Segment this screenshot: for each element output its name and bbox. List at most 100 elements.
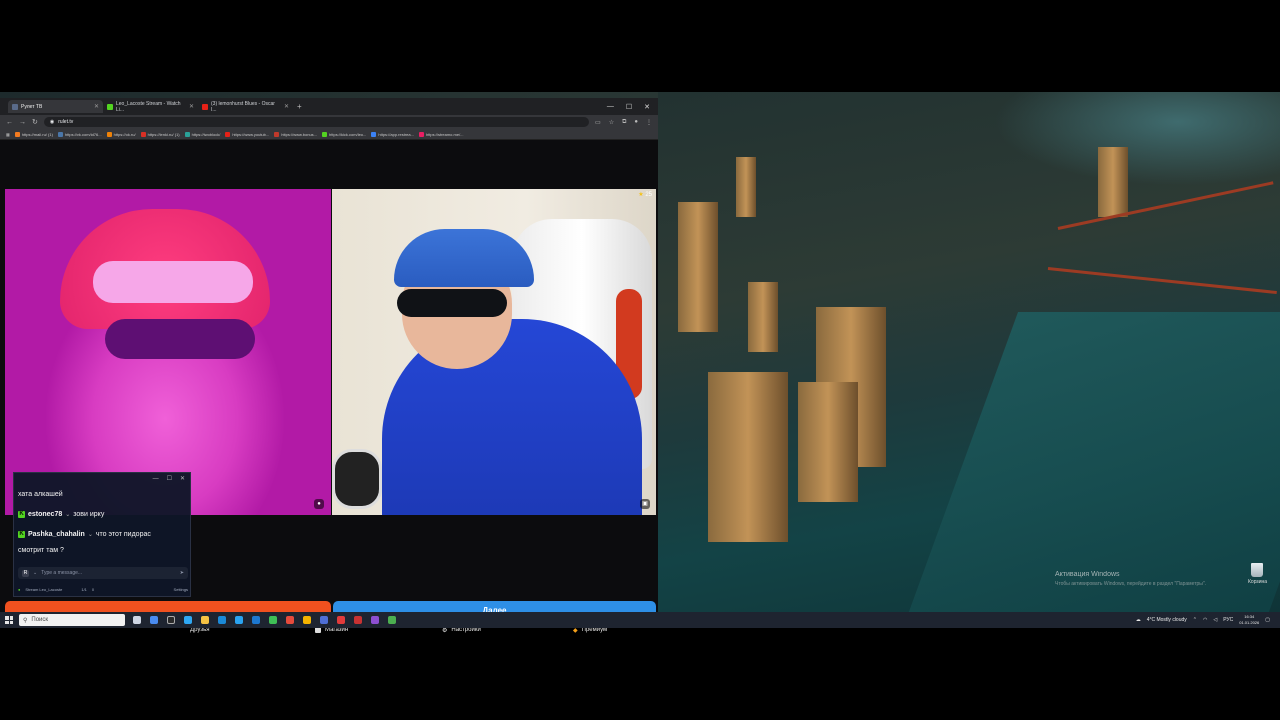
messages-count: 0 [91, 586, 95, 592]
telegram-icon[interactable] [235, 616, 243, 624]
chat-input[interactable]: R ⌄ Type a message... ➤ [18, 567, 188, 579]
bookmark-star-icon[interactable]: ☆ [609, 119, 614, 126]
chevron-down-icon: ⌄ [87, 531, 93, 538]
menu-icon[interactable]: ⋮ [646, 119, 652, 126]
bookmark-item[interactable]: https://www.bonus... [274, 131, 317, 137]
widgets-icon[interactable] [150, 616, 158, 624]
recycle-bin[interactable]: Корзина [1248, 563, 1268, 589]
maximize-button[interactable]: ☐ [626, 103, 632, 111]
kick-icon: K [18, 530, 25, 538]
chat-window-controls: — ☐ ✕ [14, 473, 190, 484]
send-icon[interactable]: ➤ [180, 570, 184, 576]
task-view-icon[interactable] [133, 616, 141, 624]
tab-label: Рулет ТВ [21, 103, 43, 110]
camera-icon[interactable]: ▣ [640, 499, 650, 509]
bookmark-item[interactable]: https://www.youtub... [225, 131, 269, 137]
chat-username[interactable]: estonec78 [28, 511, 62, 518]
star-counter: ★ 25 [638, 192, 652, 198]
bookmark-item[interactable]: https://mail.ru/ (1) [14, 131, 53, 137]
star-icon: ★ [638, 192, 644, 198]
tab-kick[interactable]: Leo_Lacoste Stream - Watch Li... ✕ [103, 100, 198, 113]
clock[interactable]: 16:34 01.01.2026 [1239, 614, 1259, 626]
close-window-button[interactable]: ✕ [644, 103, 650, 111]
reload-icon[interactable]: ↻ [32, 118, 38, 126]
bookmark-item[interactable]: https://twoblock/ [184, 131, 220, 137]
app-icon[interactable] [303, 616, 311, 624]
chat-input-placeholder: Type a message... [41, 570, 83, 576]
network-icon[interactable]: ◠ [1203, 617, 1207, 623]
activation-subtitle: Чтобы активировать Windows, перейдите в … [1055, 581, 1207, 587]
screen: Активация Windows Чтобы активировать Win… [0, 0, 1280, 720]
bookmark-item[interactable]: https://kick.com/leo... [322, 131, 366, 137]
app-icon[interactable] [371, 616, 379, 624]
close-icon[interactable]: ✕ [189, 103, 194, 110]
user-icon[interactable]: ● [314, 499, 324, 509]
explorer-icon[interactable] [201, 616, 209, 624]
store-icon[interactable] [218, 616, 226, 624]
search-icon: ⚲ [23, 617, 28, 624]
chat-message: K Pashka_chahalin ⌄ что этот пидорас [14, 524, 190, 544]
bookmark-item[interactable]: https://streamo.me/... [418, 131, 464, 137]
edge-icon[interactable] [184, 616, 192, 624]
chat-text: зови ирку [73, 510, 105, 518]
language-indicator[interactable]: РУС [1223, 617, 1233, 623]
chat-username[interactable]: Pashka_chahalin [28, 531, 85, 538]
chevron-down-icon[interactable]: ⌄ [33, 570, 37, 576]
close-button[interactable]: ✕ [180, 475, 185, 482]
new-tab-button[interactable]: + [293, 102, 306, 111]
chat-message: хата алкашей [18, 490, 63, 498]
recycle-bin-label: Корзина [1248, 579, 1268, 585]
bookmark-item[interactable]: https://lenki.ru/ (1) [140, 131, 180, 137]
tab-label: Leo_Lacoste Stream - Watch Li... [116, 100, 181, 113]
avatar: R [22, 569, 29, 577]
app-icon[interactable] [354, 616, 362, 624]
url-field[interactable]: ◉ rulet.tv [43, 117, 590, 127]
start-button[interactable] [5, 616, 13, 624]
partner-video: ● + [5, 189, 331, 515]
recycle-bin-icon [1251, 563, 1263, 577]
apps-icon[interactable]: ▦ [6, 132, 10, 137]
chat-settings[interactable]: Settings [174, 587, 188, 592]
maximize-button[interactable]: ☐ [167, 475, 172, 482]
own-video: ★ 25 ▣ [332, 189, 656, 515]
weather-icon: ☁ [1135, 617, 1141, 623]
window-controls: — ☐ ✕ [607, 103, 658, 111]
weather-text[interactable]: 4°C Mostly cloudy [1147, 617, 1187, 623]
chat-channel: Stream Leo_Lacoste [25, 586, 63, 592]
app-icon[interactable] [286, 616, 294, 624]
bookmark-item[interactable]: https://vk.com/id76... [57, 131, 102, 137]
bookmark-item[interactable]: https://ok.ru/ [106, 131, 136, 137]
app-icon[interactable] [269, 616, 277, 624]
search-placeholder: Поиск [31, 617, 49, 623]
volume-icon[interactable]: ◁ [1213, 617, 1217, 623]
system-tray: ☁ 4°C Mostly cloudy ⌃ ◠ ◁ РУС 16:34 01.0… [1136, 614, 1280, 626]
forward-icon[interactable]: → [19, 119, 26, 126]
chevron-down-icon: ⌄ [65, 511, 71, 518]
taskbar-apps [133, 616, 396, 624]
chat-overlay: — ☐ ✕ хата алкашей K estonec78 ⌄ зови ир… [13, 472, 191, 597]
app-icon[interactable] [252, 616, 260, 624]
clock-date: 01.01.2026 [1239, 620, 1260, 625]
terminal-icon[interactable] [167, 616, 175, 624]
tab-favicon-icon [107, 103, 113, 110]
app-icon[interactable] [320, 616, 328, 624]
close-icon[interactable]: ✕ [94, 103, 99, 110]
activation-title: Активация Windows [1055, 571, 1120, 578]
back-icon[interactable]: ← [6, 119, 13, 126]
bookmark-item[interactable]: https://app.restrea... [371, 131, 414, 137]
tab-youtube[interactable]: (3) lemonhurst Blues - Oscar I... ✕ [198, 100, 293, 113]
minimize-button[interactable]: — [607, 103, 614, 111]
chrome-icon[interactable] [388, 616, 396, 624]
notifications-icon[interactable]: ▢ [1265, 617, 1270, 623]
tray-expand-icon[interactable]: ⌃ [1193, 617, 1197, 623]
profile-icon[interactable]: ● [634, 119, 638, 126]
extensions-icon[interactable]: ⧉ [622, 119, 626, 126]
install-icon[interactable]: ▭ [595, 119, 601, 126]
app-icon[interactable] [337, 616, 345, 624]
site-info-icon[interactable]: ◉ [50, 119, 54, 125]
kick-icon: K [18, 510, 25, 518]
close-icon[interactable]: ✕ [284, 103, 289, 110]
minimize-button[interactable]: — [153, 476, 159, 482]
taskbar-search[interactable]: ⚲ Поиск [19, 614, 125, 626]
tab-rulet[interactable]: Рулет ТВ ✕ [8, 100, 103, 113]
